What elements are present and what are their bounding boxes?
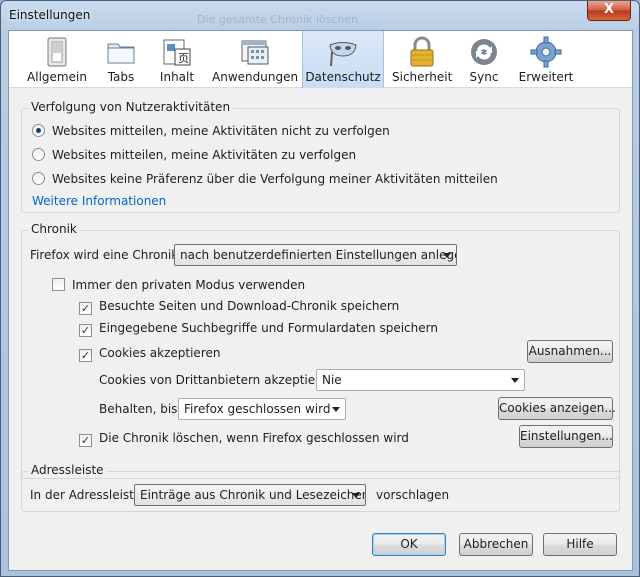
applications-window-icon	[241, 40, 269, 65]
tab-label: Anwendungen	[212, 70, 299, 84]
history-mode-label: Firefox wird eine Chronik:	[30, 248, 183, 262]
remember-forms-checkbox[interactable]: ✓	[79, 324, 92, 337]
close-button[interactable]: X	[587, 1, 631, 21]
accept-cookies-checkbox-row[interactable]: ✓ Cookies akzeptieren	[79, 346, 220, 362]
tab-datenschutz[interactable]: Datenschutz	[302, 31, 384, 88]
tracking-option-do-not-track[interactable]: Websites mitteilen, meine Aktivitäten ni…	[32, 124, 390, 138]
close-icon: X	[603, 2, 615, 17]
tab-label: Allgemein	[27, 70, 87, 84]
addressbar-suggest-select[interactable]: Einträge aus Chronik und Lesezeichen	[134, 484, 366, 506]
history-mode-value: nach benutzerdefinierten Einstellungen a…	[180, 248, 457, 262]
tracking-option-no-preference[interactable]: Websites keine Präferenz über die Verfol…	[32, 172, 498, 186]
addressbar-suffix-label: vorschlagen	[376, 488, 450, 502]
checkbox-label: Cookies akzeptieren	[99, 346, 221, 360]
radio-label: Websites mitteilen, meine Aktivitäten ni…	[52, 124, 390, 138]
radio-label: Websites keine Präferenz über die Verfol…	[52, 172, 498, 186]
svg-text:页: 页	[178, 52, 189, 65]
keep-until-select[interactable]: Firefox geschlossen wird	[178, 398, 346, 420]
clear-on-close-checkbox-row[interactable]: ✓ Die Chronik löschen, wenn Firefox gesch…	[79, 431, 409, 447]
addressbar-suggest-value: Einträge aus Chronik und Lesezeichen	[140, 488, 366, 502]
remember-browsing-checkbox-row[interactable]: ✓ Besuchte Seiten und Download-Chronik sp…	[79, 299, 399, 315]
tab-label: Sync	[469, 70, 499, 84]
settings-window: Einstellungen Die gesamte Chronik lösche…	[0, 0, 640, 577]
tab-label: Tabs	[107, 70, 135, 84]
tabs-folder-icon	[107, 43, 135, 64]
history-settings-button[interactable]: Einstellungen...	[519, 425, 613, 448]
third-party-cookies-label: Cookies von Drittanbietern akzeptieren:	[99, 373, 339, 387]
checkbox-label: Eingegebene Suchbegriffe und Formulardat…	[99, 321, 438, 335]
chevron-down-icon	[511, 378, 519, 383]
history-mode-select[interactable]: nach benutzerdefinierten Einstellungen a…	[174, 244, 457, 266]
window-title: Einstellungen	[9, 8, 91, 22]
tab-label: Sicherheit	[392, 70, 453, 84]
history-group: Chronik Firefox wird eine Chronik: nach …	[21, 222, 620, 479]
tab-label: Erweitert	[518, 70, 574, 84]
remember-browsing-checkbox[interactable]: ✓	[79, 302, 92, 315]
tracking-group-title: Verfolgung von Nutzeraktivitäten	[28, 100, 234, 114]
title-bar[interactable]: Einstellungen Die gesamte Chronik lösche…	[1, 1, 639, 29]
radio-selected[interactable]	[32, 124, 45, 137]
radio-unselected[interactable]	[32, 148, 45, 161]
tab-anwendungen[interactable]: Anwendungen	[212, 31, 298, 88]
more-info-link[interactable]: Weitere Informationen	[32, 194, 166, 208]
pane-toolbar: Allgemein Tabs 页 Inhalt Anwendungen Date…	[9, 31, 632, 88]
tab-allgemein[interactable]: Allgemein	[17, 31, 97, 88]
accept-cookies-checkbox[interactable]: ✓	[79, 349, 92, 362]
tab-erweitert[interactable]: Erweitert	[517, 31, 575, 88]
help-button[interactable]: Hilfe	[543, 533, 617, 556]
tab-label: Inhalt	[159, 70, 195, 84]
dialog-content: Allgemein Tabs 页 Inhalt Anwendungen Date…	[8, 30, 633, 571]
third-party-cookies-value: Nie	[322, 373, 342, 387]
show-cookies-button[interactable]: Cookies anzeigen...	[498, 397, 616, 420]
remember-forms-checkbox-row[interactable]: ✓ Eingegebene Suchbegriffe und Formularda…	[79, 321, 438, 337]
tracking-option-allow-track[interactable]: Websites mitteilen, meine Aktivitäten zu…	[32, 148, 356, 162]
ok-button[interactable]: OK	[372, 533, 446, 556]
history-group-title: Chronik	[28, 222, 80, 236]
chevron-down-icon	[443, 253, 451, 258]
keep-until-value: Firefox geschlossen wird	[184, 402, 331, 416]
tab-sicherheit[interactable]: Sicherheit	[392, 31, 452, 88]
radio-label: Websites mitteilen, meine Aktivitäten zu…	[52, 148, 357, 162]
tab-label: Datenschutz	[305, 70, 381, 84]
gear-icon	[530, 36, 562, 68]
padlock-icon	[410, 36, 434, 67]
sync-arrows-icon	[471, 39, 497, 65]
tab-inhalt[interactable]: 页 Inhalt	[154, 31, 200, 88]
addressbar-group: Adressleiste In der Adressleiste Einträg…	[21, 463, 620, 512]
addressbar-prefix-label: In der Adressleiste	[30, 488, 142, 502]
background-window-title: Die gesamte Chronik löschen	[197, 13, 359, 26]
addressbar-group-title: Adressleiste	[28, 463, 107, 477]
tab-tabs[interactable]: Tabs	[99, 31, 143, 88]
checkbox-label: Die Chronik löschen, wenn Firefox geschl…	[99, 431, 409, 445]
chevron-down-icon	[332, 407, 340, 412]
checkbox-label: Besuchte Seiten und Download-Chronik spe…	[99, 299, 400, 313]
tracking-group: Verfolgung von Nutzeraktivitäten Website…	[21, 100, 620, 213]
checkbox-label: Immer den privaten Modus verwenden	[72, 278, 306, 292]
exceptions-button[interactable]: Ausnahmen...	[527, 340, 613, 363]
chevron-down-icon	[352, 493, 360, 498]
tab-sync[interactable]: Sync	[462, 31, 506, 88]
keep-until-label: Behalten, bis:	[99, 402, 182, 416]
cancel-button[interactable]: Abbrechen	[459, 533, 533, 556]
clear-on-close-checkbox[interactable]: ✓	[79, 434, 92, 447]
third-party-cookies-select[interactable]: Nie	[316, 369, 525, 391]
radio-unselected[interactable]	[32, 172, 45, 185]
content-page-icon: 页	[163, 39, 191, 66]
mask-icon	[329, 42, 357, 67]
private-mode-checkbox[interactable]	[52, 278, 65, 291]
switch-icon	[47, 37, 67, 67]
private-mode-checkbox-row[interactable]: Immer den privaten Modus verwenden	[52, 278, 305, 292]
